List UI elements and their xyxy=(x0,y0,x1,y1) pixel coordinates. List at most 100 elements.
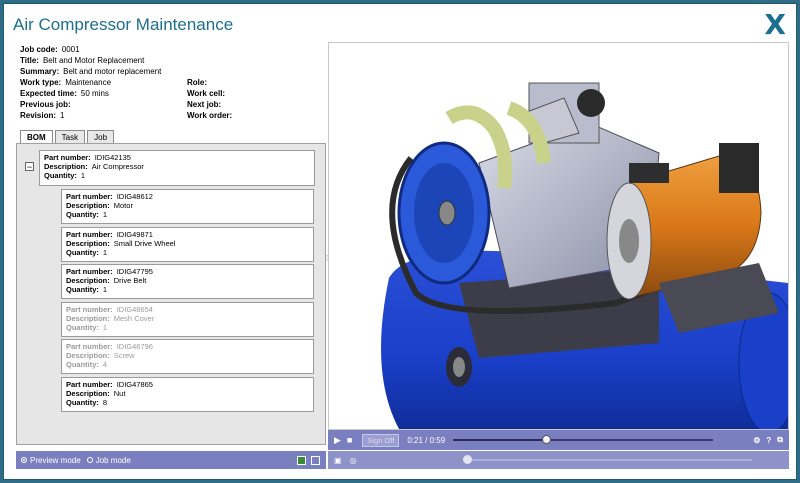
meta-row: Work cell: xyxy=(187,88,236,99)
bom-part-label: Part number: xyxy=(66,342,113,351)
bom-part-value: IDIG49871 xyxy=(116,229,153,239)
bom-part-value: IDIG47865 xyxy=(116,379,153,389)
bom-part-value: IDIG42135 xyxy=(94,153,131,162)
bom-desc-line: Description: Air Compressor xyxy=(44,162,310,171)
meta-label: Work cell: xyxy=(187,89,226,98)
bom-desc-label: Description: xyxy=(66,351,110,360)
job-mode-option[interactable]: Job mode xyxy=(86,456,131,465)
bom-qty-label: Quantity: xyxy=(66,285,99,294)
bom-part-line: Part number: IDIG47865 xyxy=(66,380,309,389)
meta-row: Work type: Maintenance xyxy=(20,77,161,88)
tab-task[interactable]: Task xyxy=(54,130,86,144)
timeline-progress xyxy=(453,439,546,441)
bom-part-label: Part number: xyxy=(66,304,113,314)
bom-desc-label: Description: xyxy=(44,162,88,171)
bom-desc-line: Description: Mesh Cover xyxy=(66,314,309,323)
bom-desc-value: Drive Belt xyxy=(113,276,147,285)
view-icon[interactable]: ◎ xyxy=(350,456,357,465)
bom-desc-line: Description: Screw xyxy=(66,351,309,360)
compressor-model-image xyxy=(381,82,788,429)
meta-label: Work type: xyxy=(20,78,62,87)
meta-value: Maintenance xyxy=(65,78,112,87)
meta-value: Belt and Motor Replacement xyxy=(42,56,145,65)
meta-row: Summary: Belt and motor replacement xyxy=(20,66,161,77)
camera-icon[interactable]: ▣ xyxy=(334,456,342,465)
bom-qty-value: 8 xyxy=(102,397,108,407)
bom-child-item[interactable]: Part number: IDIG49871 Description: Small D… xyxy=(61,226,314,262)
bom-qty-line: Quantity: 4 xyxy=(66,360,309,369)
time-readout: 0:21 / 0:59 xyxy=(407,435,446,445)
meta-row: Title: Belt and Motor Replacement xyxy=(20,55,161,66)
help-icon[interactable]: ? xyxy=(766,436,771,445)
meta-label: Next job: xyxy=(187,100,222,109)
job-mode-radio[interactable] xyxy=(86,457,93,463)
bom-panel: − Part number: IDIG42135 Description: Air C… xyxy=(16,143,326,445)
sign-off-button[interactable]: Sign Off xyxy=(362,433,400,447)
bom-child-item[interactable]: Part number: IDIG47865 Description: Nut Quan… xyxy=(61,376,314,412)
meta-row: Previous job: xyxy=(20,99,161,110)
bom-part-line: Part number: IDIG49871 xyxy=(66,230,309,239)
bom-child-item[interactable]: Part number: IDIG48654 Description: Mesh Co… xyxy=(61,301,314,337)
job-metadata: Job code: 0001 Title: Belt and Motor Replac… xyxy=(20,44,232,121)
bom-qty-label: Quantity: xyxy=(66,322,99,332)
close-button[interactable]: X xyxy=(764,8,786,41)
bom-part-line: Part number: IDIG47795 xyxy=(66,267,309,276)
bom-part-label: Part number: xyxy=(44,153,91,162)
bom-qty-line: Quantity: 1 xyxy=(66,285,309,294)
secondary-controls: ▣ ◎ xyxy=(328,451,789,469)
meta-value: 50 mins xyxy=(80,89,109,98)
bom-desc-value: Small Drive Wheel xyxy=(113,238,176,248)
bom-part-line: Part number: IDIG48612 xyxy=(66,192,309,201)
meta-label: Job code: xyxy=(20,45,58,54)
meta-label: Summary: xyxy=(20,67,60,76)
tab-bom[interactable]: BOM xyxy=(20,130,53,144)
preview-mode-option[interactable]: Preview mode xyxy=(21,456,81,465)
bom-qty-line: Quantity: 1 xyxy=(66,248,309,257)
bom-parent-item[interactable]: Part number: IDIG42135 Description: Air Com… xyxy=(39,150,315,186)
bom-qty-value: 4 xyxy=(102,360,108,369)
bom-desc-label: Description: xyxy=(66,313,110,323)
timeline-thumb[interactable] xyxy=(541,435,551,444)
secondary-slider[interactable] xyxy=(462,455,752,464)
bom-desc-label: Description: xyxy=(66,388,110,398)
meta-label: Work order: xyxy=(187,111,233,120)
timeline-track[interactable] xyxy=(453,435,714,444)
tab-bar: BOM Task Job xyxy=(20,130,115,144)
preview-mode-radio[interactable] xyxy=(21,457,27,463)
meta-row: Work order: xyxy=(187,110,236,121)
meta-row: Next job: xyxy=(187,99,236,110)
bom-child-item[interactable]: Part number: IDIG46796 Description: Screw Qu… xyxy=(61,339,314,374)
bom-desc-line: Description: Motor xyxy=(66,201,309,210)
bom-part-line: Part number: IDIG42135 xyxy=(44,153,310,162)
export-icon[interactable] xyxy=(297,455,306,465)
bom-qty-label: Quantity: xyxy=(66,247,99,257)
play-icon[interactable]: ▶ xyxy=(334,435,341,446)
bom-qty-label: Quantity: xyxy=(66,397,99,407)
bom-child-item[interactable]: Part number: IDIG48612 Description: Motor Qu… xyxy=(61,189,314,224)
window-title: Air Compressor Maintenance xyxy=(13,15,234,34)
bom-qty-label: Quantity: xyxy=(66,360,99,369)
tab-job[interactable]: Job xyxy=(87,130,115,144)
bom-qty-line: Quantity: 1 xyxy=(44,171,310,180)
bom-qty-line: Quantity: 8 xyxy=(66,398,309,407)
stop-icon[interactable]: ■ xyxy=(347,435,352,445)
mode-bar: Preview mode Job mode xyxy=(16,451,326,469)
bom-child-item[interactable]: Part number: IDIG47795 Description: Drive B… xyxy=(61,264,314,299)
secondary-slider-thumb[interactable] xyxy=(462,455,472,464)
bom-desc-value: Screw xyxy=(113,351,135,360)
bom-part-label: Part number: xyxy=(66,192,113,201)
bom-desc-line: Description: Drive Belt xyxy=(66,276,309,285)
bom-desc-value: Air Compressor xyxy=(91,162,144,171)
bom-part-line: Part number: IDIG48654 xyxy=(66,305,309,314)
bom-desc-line: Description: Nut xyxy=(66,389,309,398)
meta-label: Role: xyxy=(187,78,207,87)
meta-value: 0001 xyxy=(61,45,80,54)
settings-icon[interactable]: ⚙ xyxy=(753,436,760,445)
3d-viewer[interactable] xyxy=(328,42,789,430)
meta-label: Expected time: xyxy=(20,89,77,98)
bom-part-label: Part number: xyxy=(66,267,113,276)
collapse-toggle[interactable]: − xyxy=(25,162,34,172)
meta-row: Role: xyxy=(187,77,236,88)
fullscreen-icon[interactable]: ⧉ xyxy=(777,435,783,445)
print-icon[interactable] xyxy=(311,455,320,465)
